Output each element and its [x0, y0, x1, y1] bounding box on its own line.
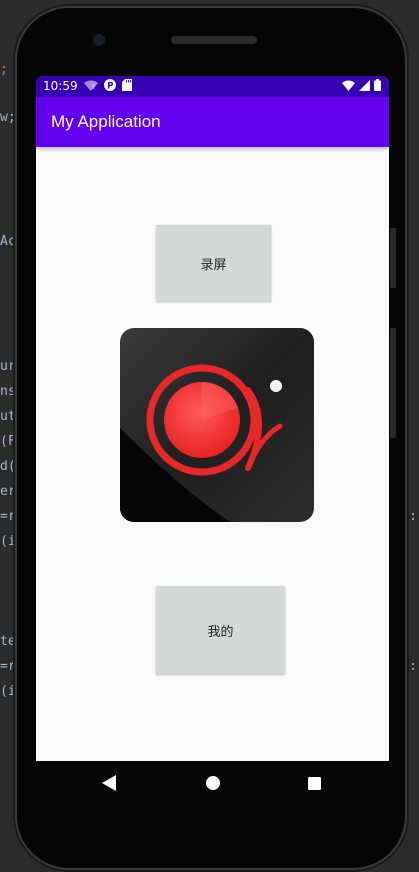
code-fragment: ur — [0, 359, 16, 374]
code-fragment: er — [0, 484, 16, 499]
back-triangle-icon[interactable] — [94, 768, 124, 798]
code-fragment-right: : — [409, 659, 417, 674]
signal-icon — [359, 79, 370, 94]
code-fragment: =r — [0, 509, 16, 524]
code-fragment: (i — [0, 684, 16, 699]
home-circle-icon[interactable] — [198, 768, 228, 798]
power-button — [390, 328, 396, 438]
recents-square-icon[interactable] — [299, 768, 329, 798]
sd-card-icon — [122, 79, 132, 94]
code-fragment: Ac — [0, 234, 16, 249]
code-fragment: ns — [0, 384, 16, 399]
code-fragment: (i — [0, 534, 16, 549]
front-camera-icon — [93, 34, 105, 46]
code-fragment-right: : — [409, 509, 417, 524]
status-bar: 10:59 ? — [36, 76, 389, 97]
record-screen-button[interactable]: 录屏 — [156, 225, 271, 301]
code-fragment: (F — [0, 434, 16, 449]
wifi-question-icon: ? — [84, 80, 98, 94]
device-screen: 10:59 ? My Application 录屏 我的 — [36, 76, 389, 761]
mine-button[interactable]: 我的 — [156, 586, 285, 674]
code-fragment: d( — [0, 459, 16, 474]
screen-recorder-logo-icon — [120, 328, 314, 522]
earpiece-speaker — [171, 36, 257, 44]
status-time: 10:59 — [43, 79, 78, 93]
code-fragment: te — [0, 634, 16, 649]
wifi-icon — [342, 80, 355, 94]
battery-icon — [374, 79, 381, 94]
code-fragment: ; — [0, 62, 8, 77]
code-fragment: w; — [0, 110, 16, 125]
code-fragment: ut — [0, 409, 16, 424]
volume-button — [390, 228, 396, 288]
navigation-bar — [36, 761, 389, 805]
svg-text:?: ? — [92, 84, 95, 91]
code-fragment: =r — [0, 659, 16, 674]
p-badge-icon — [104, 79, 116, 94]
app-title: My Application — [51, 112, 161, 131]
app-bar: My Application — [36, 97, 389, 147]
